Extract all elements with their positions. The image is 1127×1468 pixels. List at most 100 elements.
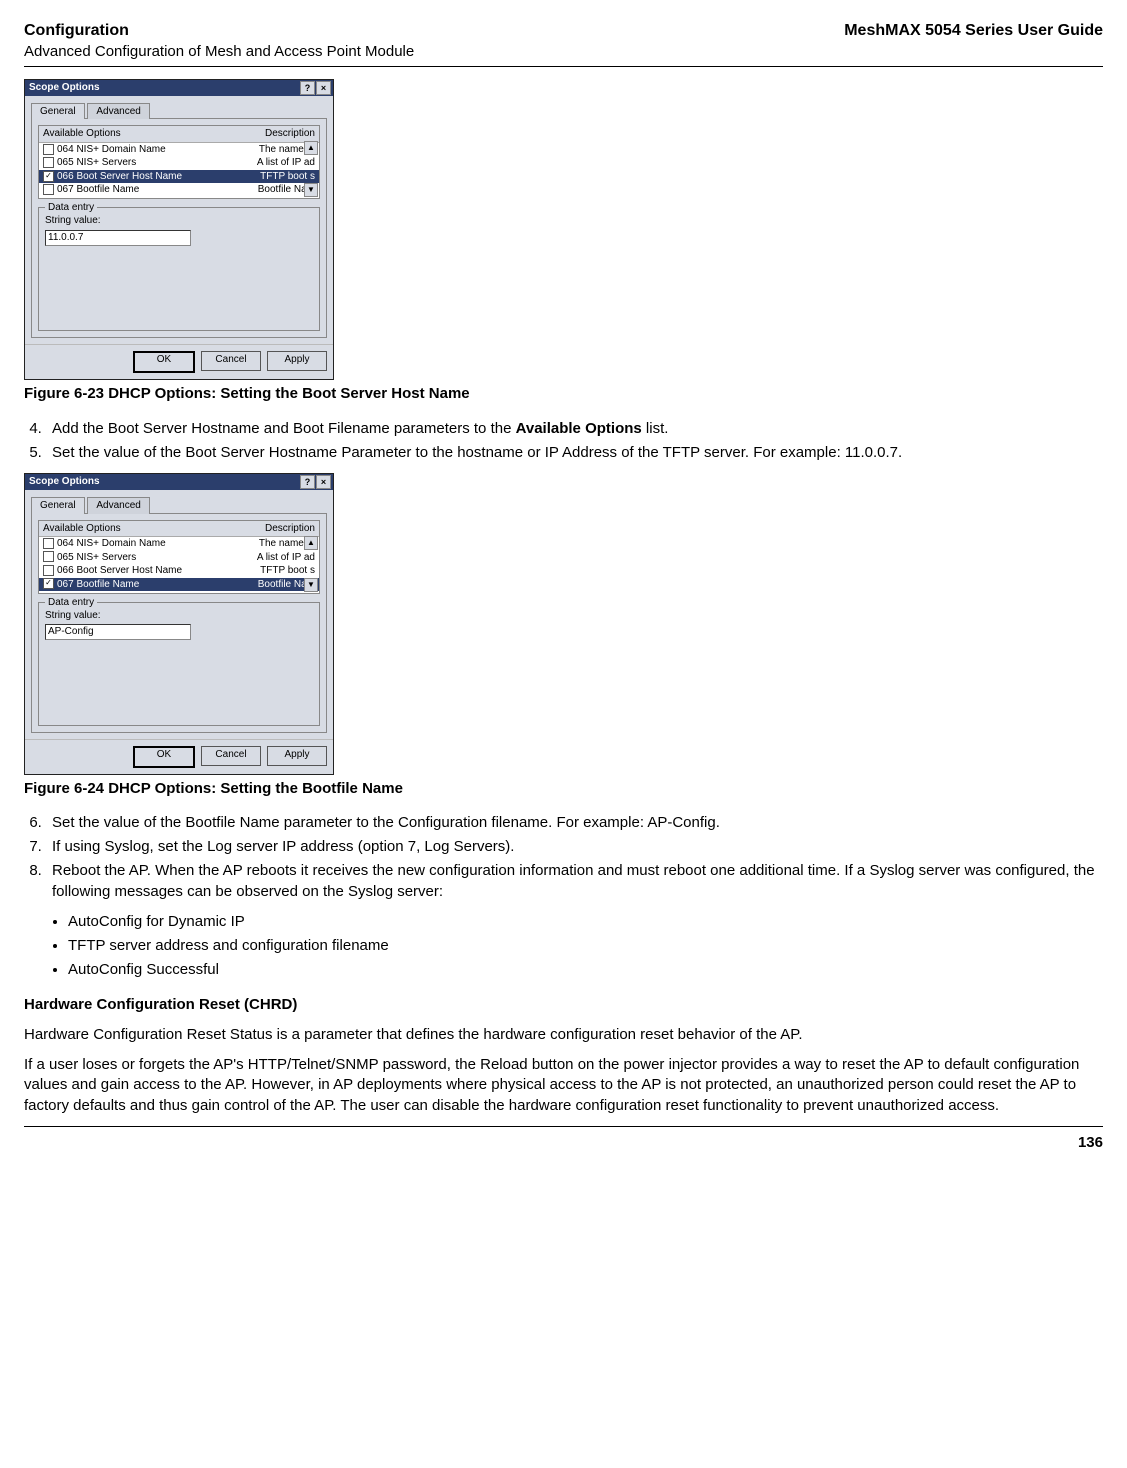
dialog2-title: Scope Options [29,475,100,489]
page-number: 136 [24,1133,1103,1153]
close-button[interactable]: × [316,81,331,95]
figure-caption-6-23: Figure 6-23 DHCP Options: Setting the Bo… [24,384,1103,404]
bullet-list: AutoConfig for Dynamic IP TFTP server ad… [24,912,1103,981]
dialog2-buttons: OK Cancel Apply [25,739,333,774]
string-value-input[interactable]: AP-Config [45,624,191,640]
option-row[interactable]: 067 Bootfile Name Bootfile Nam [39,183,319,197]
option-row[interactable]: 064 NIS+ Domain Name The name of [39,143,319,157]
header-right: MeshMAX 5054 Series User Guide [844,20,1103,42]
list-item-6: Set the value of the Bootfile Name param… [46,813,1103,833]
option-desc: A list of IP ad [257,551,315,565]
col-description: Description [265,522,315,536]
option-row[interactable]: 065 NIS+ Servers A list of IP ad [39,551,319,565]
option-label: 065 NIS+ Servers [57,552,136,563]
dialog2-tab-body: Available Options Description ▲ ▼ 064 NI… [31,513,327,733]
option-desc: TFTP boot s [260,564,315,578]
dialog2-tabs: General Advanced [25,490,333,513]
checkbox-icon[interactable] [43,184,54,195]
option-row[interactable]: ✓066 Boot Server Host Name TFTP boot s [39,170,319,184]
fieldset-label: Data entry [45,201,97,215]
scroll-up-icon[interactable]: ▲ [304,536,318,550]
bullet-item: TFTP server address and configuration fi… [68,936,1103,956]
option-row[interactable]: ✓067 Bootfile Name Bootfile Nam [39,578,319,592]
checkbox-icon[interactable] [43,144,54,155]
checkbox-icon[interactable]: ✓ [43,171,54,182]
scroll-up-icon[interactable]: ▲ [304,141,318,155]
tab-general[interactable]: General [31,497,85,514]
dialog2-title-buttons: ? × [300,475,331,489]
col-description: Description [265,127,315,141]
bullet-item: AutoConfig Successful [68,960,1103,980]
header-subtitle: Advanced Configuration of Mesh and Acces… [24,42,414,62]
fieldset-label: Data entry [45,596,97,610]
dialog1-buttons: OK Cancel Apply [25,344,333,379]
list-item-7: If using Syslog, set the Log server IP a… [46,837,1103,857]
scope-options-dialog-1: Scope Options ? × General Advanced Avail… [24,79,334,381]
page-header: Configuration Advanced Configuration of … [24,20,1103,62]
close-button[interactable]: × [316,475,331,489]
checkbox-icon[interactable] [43,551,54,562]
option-row[interactable]: 066 Boot Server Host Name TFTP boot s [39,564,319,578]
dialog1-titlebar: Scope Options ? × [25,80,333,96]
option-row[interactable]: 064 NIS+ Domain Name The name of [39,537,319,551]
ordered-list-4-5: Add the Boot Server Hostname and Boot Fi… [24,419,1103,464]
data-entry-fieldset: Data entry String value: 11.0.0.7 [38,207,320,331]
dialog1-title-buttons: ? × [300,81,331,95]
header-left-block: Configuration Advanced Configuration of … [24,20,414,62]
section-paragraph-1: Hardware Configuration Reset Status is a… [24,1025,1103,1045]
cancel-button[interactable]: Cancel [201,351,261,371]
checkbox-icon[interactable] [43,538,54,549]
option-row[interactable]: 065 NIS+ Servers A list of IP ad [39,156,319,170]
option-label: 066 Boot Server Host Name [57,565,182,576]
string-value-label: String value: [45,609,313,623]
footer-rule [24,1126,1103,1127]
section-paragraph-2: If a user loses or forgets the AP's HTTP… [24,1055,1103,1116]
checkbox-icon[interactable] [43,565,54,576]
string-value-label: String value: [45,214,313,228]
string-value-input[interactable]: 11.0.0.7 [45,230,191,246]
option-desc: A list of IP ad [257,156,315,170]
tab-general[interactable]: General [31,103,85,120]
list-text: list. [642,420,669,437]
dialog2-options-list: Available Options Description ▲ ▼ 064 NI… [38,520,320,594]
figure-caption-6-24: Figure 6-24 DHCP Options: Setting the Bo… [24,779,1103,799]
col-options: Available Options [43,127,121,141]
apply-button[interactable]: Apply [267,746,327,766]
section-heading-chrd: Hardware Configuration Reset (CHRD) [24,995,1103,1015]
dialog1-tabs: General Advanced [25,96,333,119]
tab-advanced[interactable]: Advanced [87,103,149,120]
list-text: Add the Boot Server Hostname and Boot Fi… [52,420,516,437]
options-rows: 064 NIS+ Domain Name The name of 065 NIS… [39,143,319,197]
help-button[interactable]: ? [300,81,315,95]
dialog1-options-list: Available Options Description ▲ ▼ 064 NI… [38,125,320,199]
scroll-down-icon[interactable]: ▼ [304,578,318,592]
header-title: Configuration [24,20,414,42]
dialog1-title: Scope Options [29,81,100,95]
option-label: 064 NIS+ Domain Name [57,538,166,549]
options-header: Available Options Description [39,126,319,143]
list-item-4: Add the Boot Server Hostname and Boot Fi… [46,419,1103,439]
bullet-item: AutoConfig for Dynamic IP [68,912,1103,932]
scroll-down-icon[interactable]: ▼ [304,183,318,197]
option-label: 067 Bootfile Name [57,184,139,195]
col-options: Available Options [43,522,121,536]
option-label: 067 Bootfile Name [57,579,139,590]
ok-button[interactable]: OK [133,746,195,768]
list-item-8: Reboot the AP. When the AP reboots it re… [46,861,1103,902]
checkbox-icon[interactable] [43,157,54,168]
checkbox-icon[interactable]: ✓ [43,578,54,589]
options-header: Available Options Description [39,521,319,538]
dialog2-titlebar: Scope Options ? × [25,474,333,490]
option-desc: TFTP boot s [260,170,315,184]
ordered-list-6-8: Set the value of the Bootfile Name param… [24,813,1103,902]
option-label: 065 NIS+ Servers [57,157,136,168]
ok-button[interactable]: OK [133,351,195,373]
cancel-button[interactable]: Cancel [201,746,261,766]
scope-options-dialog-2: Scope Options ? × General Advanced Avail… [24,473,334,775]
list-item-5: Set the value of the Boot Server Hostnam… [46,443,1103,463]
tab-advanced[interactable]: Advanced [87,497,149,514]
list-bold: Available Options [516,420,642,437]
help-button[interactable]: ? [300,475,315,489]
apply-button[interactable]: Apply [267,351,327,371]
header-rule [24,66,1103,67]
